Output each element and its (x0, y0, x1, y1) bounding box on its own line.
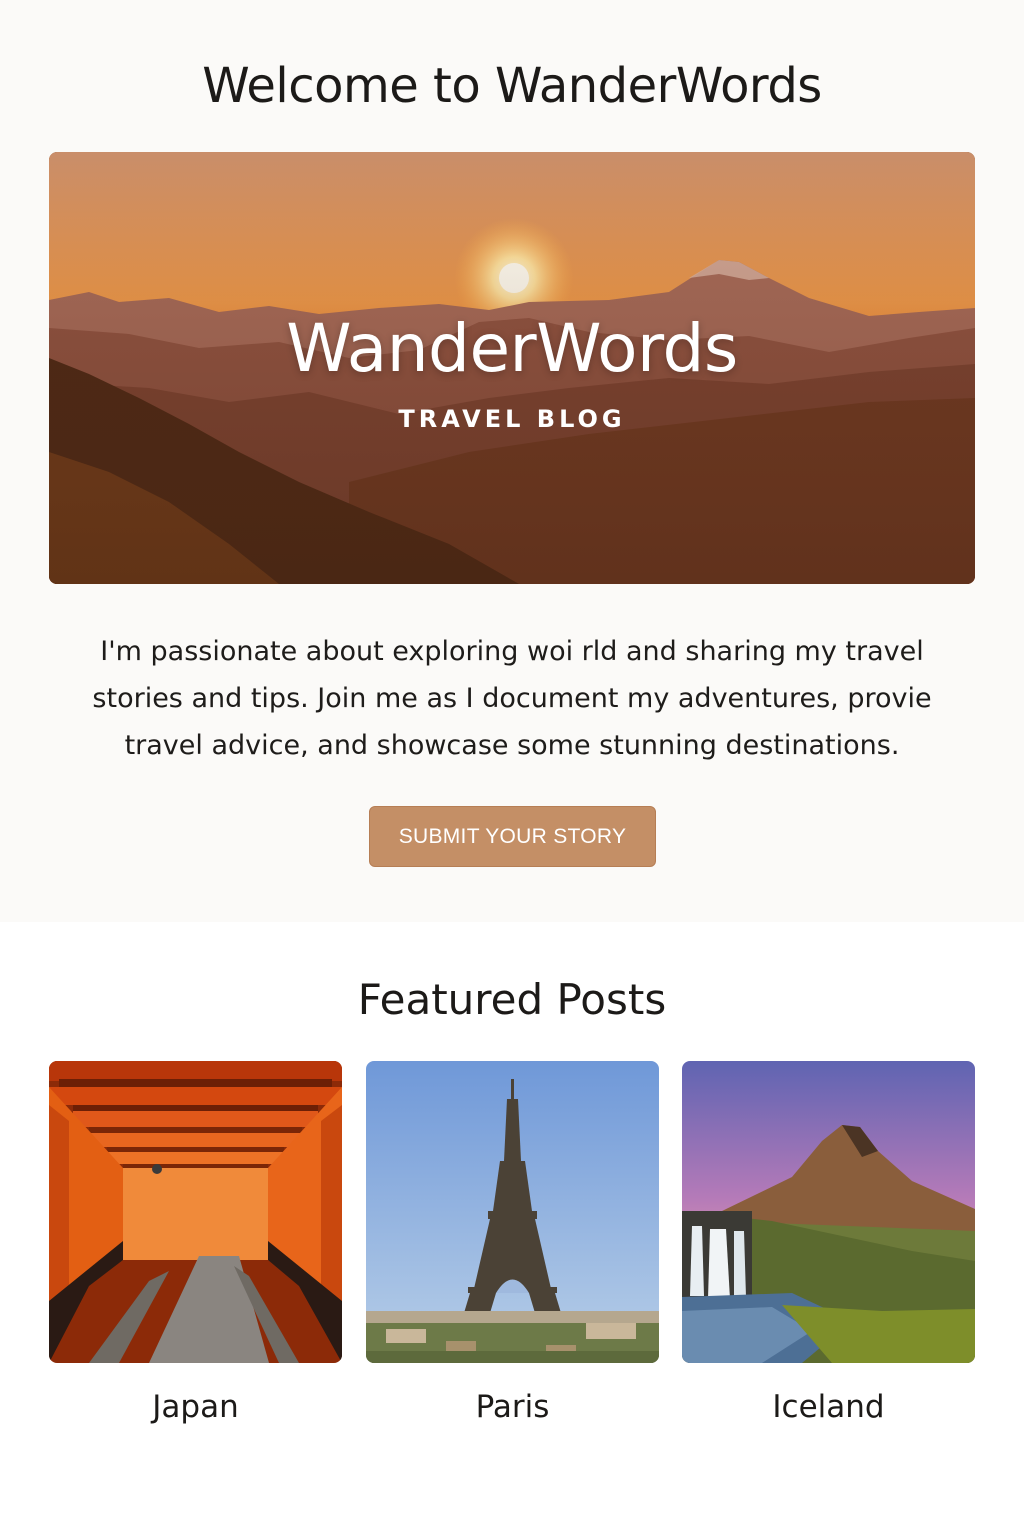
post-card-label: Paris (475, 1389, 550, 1425)
post-card-iceland[interactable]: Iceland (682, 1061, 975, 1425)
featured-posts-title: Featured Posts (357, 975, 667, 1024)
intro-text: I'm passionate about exploring woi rld a… (80, 628, 944, 769)
post-card-label: Iceland (772, 1389, 885, 1425)
hero-title: WanderWords (286, 310, 738, 387)
hero-banner: WanderWords TRAVEL BLOG (49, 152, 975, 584)
submit-story-button[interactable]: SUBMIT YOUR STORY (369, 806, 656, 867)
iceland-mountain-image (682, 1061, 975, 1363)
page-title: Welcome to WanderWords (202, 58, 822, 114)
japan-torii-image (49, 1061, 342, 1363)
paris-eiffel-image (366, 1061, 659, 1363)
post-card-japan[interactable]: Japan (49, 1061, 342, 1425)
intro-line: travel advice, and showcase some stunnin… (124, 730, 900, 761)
post-card-paris[interactable]: Paris (366, 1061, 659, 1425)
intro-line: stories and tips. Join me as I document … (92, 683, 932, 714)
hero-subtitle: TRAVEL BLOG (398, 405, 626, 433)
post-card-label: Japan (152, 1389, 239, 1425)
intro-line: I'm passionate about exploring woi rld a… (100, 636, 924, 667)
